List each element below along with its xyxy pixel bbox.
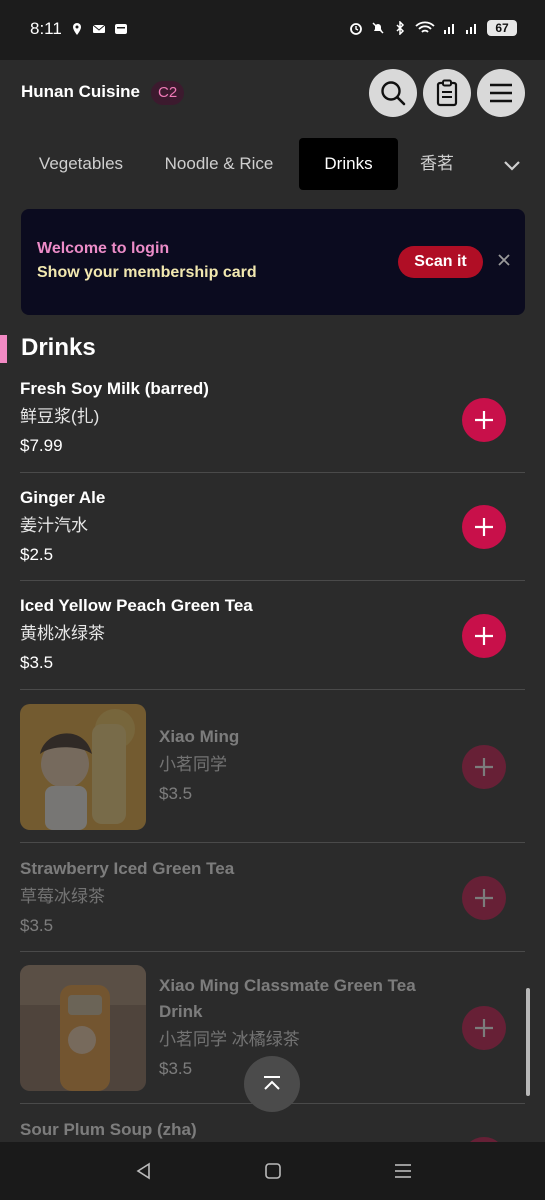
menu-item[interactable]: Xiao Ming 小茗同学 $3.5 [20, 704, 525, 830]
plus-icon [475, 411, 493, 429]
item-name-zh: 小茗同学 [159, 755, 227, 774]
store-name: Hunan Cuisine [21, 82, 141, 101]
item-name-en: Xiao Ming [159, 727, 240, 746]
plus-icon [475, 627, 493, 645]
plus-icon [475, 1019, 493, 1037]
item-name-zh: 小茗同学 冰橘绿茶 [159, 1030, 300, 1049]
divider [20, 951, 525, 952]
banner-welcome: Welcome to login [37, 240, 170, 257]
item-image [20, 704, 146, 830]
location-icon [73, 23, 81, 35]
status-time: 8:11 [30, 19, 62, 38]
add-button[interactable] [462, 398, 506, 442]
battery-level: 67 [487, 20, 517, 36]
banner-membership: Show your membership card [37, 264, 257, 281]
item-name-zh: 姜汁汽水 [20, 516, 88, 535]
recents-icon[interactable] [390, 1158, 416, 1184]
arrow-up-to-top-icon [264, 1076, 280, 1090]
menu-item[interactable]: Iced Yellow Peach Green Tea 黄桃冰绿茶 $3.5 [20, 593, 525, 688]
app-content: Hunan Cuisine C2 Vegetables Noodle & Ric… [0, 60, 545, 1142]
header: Hunan Cuisine C2 [0, 60, 545, 130]
item-price: $3.5 [20, 916, 54, 935]
category-tabs: Vegetables Noodle & Rice Drinks 香茗 [0, 136, 545, 192]
back-icon[interactable] [131, 1158, 157, 1184]
search-button[interactable] [369, 69, 417, 117]
tab-vegetables[interactable]: Vegetables [22, 138, 140, 190]
status-bar: 8:11 67 [0, 0, 545, 60]
membership-banner: Welcome to login Show your membership ca… [21, 209, 525, 315]
menu-item[interactable]: Ginger Ale 姜汁汽水 $2.5 [20, 485, 525, 580]
message-icon [115, 24, 127, 34]
divider [20, 580, 525, 581]
item-name-zh: 草莓冰绿茶 [20, 887, 105, 906]
item-price: $7.99 [20, 436, 63, 455]
scrollbar-thumb[interactable] [526, 988, 530, 1096]
item-name-en: Strawberry Iced Green Tea [20, 859, 235, 878]
wifi-icon [415, 21, 435, 33]
alarm-icon [350, 23, 362, 35]
bluetooth-icon [396, 21, 405, 35]
chevron-down-icon[interactable] [497, 150, 527, 180]
menu-item[interactable]: Sour Plum Soup (zha) [20, 1117, 525, 1142]
item-name-zh: 鲜豆浆(扎) [20, 407, 100, 426]
item-price: $3.5 [159, 784, 193, 803]
tab-drinks[interactable]: Drinks [299, 138, 398, 190]
add-button[interactable] [462, 614, 506, 658]
add-button[interactable] [462, 876, 506, 920]
scan-button[interactable]: Scan it [398, 246, 483, 278]
home-icon[interactable] [260, 1158, 286, 1184]
add-button[interactable] [462, 1006, 506, 1050]
item-name-en: Fresh Soy Milk (barred) [20, 379, 209, 398]
item-price: $2.5 [20, 545, 54, 564]
divider [20, 689, 525, 690]
mail-icon [92, 24, 106, 33]
plus-icon [475, 889, 493, 907]
section-title: Drinks [21, 334, 96, 361]
tab-xiangming[interactable]: 香茗 [411, 138, 463, 190]
scroll-to-top-button[interactable] [244, 1056, 300, 1112]
add-button[interactable] [462, 745, 506, 789]
table-badge: C2 [151, 81, 185, 105]
item-name-en: Ginger Ale [20, 488, 106, 507]
menu-item[interactable]: Fresh Soy Milk (barred) 鲜豆浆(扎) $7.99 [20, 376, 525, 471]
divider [20, 472, 525, 473]
search-icon [381, 81, 406, 106]
menu-item[interactable]: Strawberry Iced Green Tea 草莓冰绿茶 $3.5 [20, 856, 525, 951]
item-price: $3.5 [159, 1059, 193, 1078]
item-image [20, 965, 146, 1091]
add-button[interactable] [462, 505, 506, 549]
item-name-en: Sour Plum Soup (zha) [20, 1120, 197, 1139]
divider [20, 842, 525, 843]
hamburger-icon [490, 83, 512, 103]
order-list-button[interactable] [423, 69, 471, 117]
clipboard-icon [436, 79, 458, 107]
mute-icon [372, 22, 384, 34]
signal-icon-2 [466, 24, 476, 34]
section-marker [0, 335, 7, 363]
item-name-en: Xiao Ming Classmate Green Tea Drink [159, 976, 416, 1021]
plus-icon [475, 758, 493, 776]
item-name-en: Iced Yellow Peach Green Tea [20, 596, 253, 615]
plus-icon [475, 518, 493, 536]
system-navigation-bar [0, 1142, 545, 1200]
tab-noodle-rice[interactable]: Noodle & Rice [152, 138, 286, 190]
close-icon[interactable] [495, 251, 513, 269]
item-price: $3.5 [20, 653, 54, 672]
signal-icon [444, 24, 454, 34]
menu-button[interactable] [477, 69, 525, 117]
item-name-zh: 黄桃冰绿茶 [20, 624, 105, 643]
